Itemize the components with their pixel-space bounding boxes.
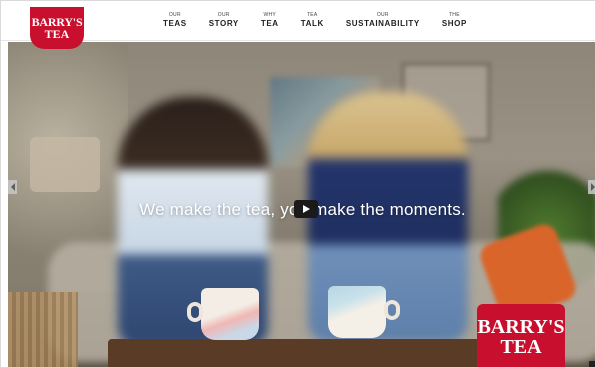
nav-item-prefix: TEA — [306, 12, 318, 18]
nav-item-label: TEA — [260, 19, 279, 28]
badge-text-line2: TEA — [500, 335, 542, 358]
site-header: BARRY'S TEA OUR TEAS OUR STORY WHY TEA T… — [1, 1, 595, 49]
tea-mug-right — [328, 286, 400, 338]
chevron-right-icon — [590, 183, 595, 191]
play-button[interactable] — [294, 200, 318, 218]
nav-item-prefix: THE — [448, 12, 460, 18]
nav-item-prefix: OUR — [168, 12, 181, 18]
main-nav: OUR TEAS OUR STORY WHY TEA TEA TALK OUR … — [163, 12, 489, 29]
mug-handle — [187, 302, 203, 322]
tea-mug-left — [187, 288, 259, 340]
nav-item-prefix: OUR — [217, 12, 230, 18]
carousel-prev-button[interactable] — [8, 180, 17, 194]
nav-item-prefix: WHY — [263, 12, 277, 18]
hero-video[interactable]: We make the tea, you make the moments. B… — [8, 42, 595, 367]
nav-item-label: SHOP — [441, 19, 467, 28]
nav-item-tea-talk[interactable]: TEA TALK — [301, 12, 324, 29]
nav-item-why-tea[interactable]: WHY TEA — [261, 12, 279, 29]
play-icon — [303, 205, 310, 213]
brand-badge: BARRY'S TEA — [477, 304, 565, 367]
mug-handle — [384, 300, 400, 320]
page: BARRY'S TEA OUR TEAS OUR STORY WHY TEA T… — [0, 0, 596, 368]
nav-item-label: SUSTAINABILITY — [345, 19, 420, 28]
rattan-furniture — [8, 292, 78, 367]
carousel-next-button[interactable] — [588, 180, 595, 194]
nav-item-label: TALK — [300, 19, 324, 28]
nav-item-prefix: OUR — [376, 12, 389, 18]
background-lamp — [30, 137, 100, 192]
corner-marker — [589, 361, 595, 367]
nav-item-our-story[interactable]: OUR STORY — [209, 12, 239, 29]
nav-item-our-sustainability[interactable]: OUR SUSTAINABILITY — [346, 12, 420, 29]
nav-item-our-teas[interactable]: OUR TEAS — [163, 12, 187, 29]
chevron-left-icon — [10, 183, 15, 191]
nav-item-the-shop[interactable]: THE SHOP — [442, 12, 467, 29]
badge-text-line1: BARRY'S — [477, 315, 565, 338]
brand-logo[interactable]: BARRY'S TEA — [30, 7, 84, 49]
nav-item-label: STORY — [208, 19, 239, 28]
nav-item-label: TEAS — [163, 19, 187, 28]
coffee-table — [108, 339, 488, 367]
logo-text-line2: TEA — [44, 27, 70, 41]
